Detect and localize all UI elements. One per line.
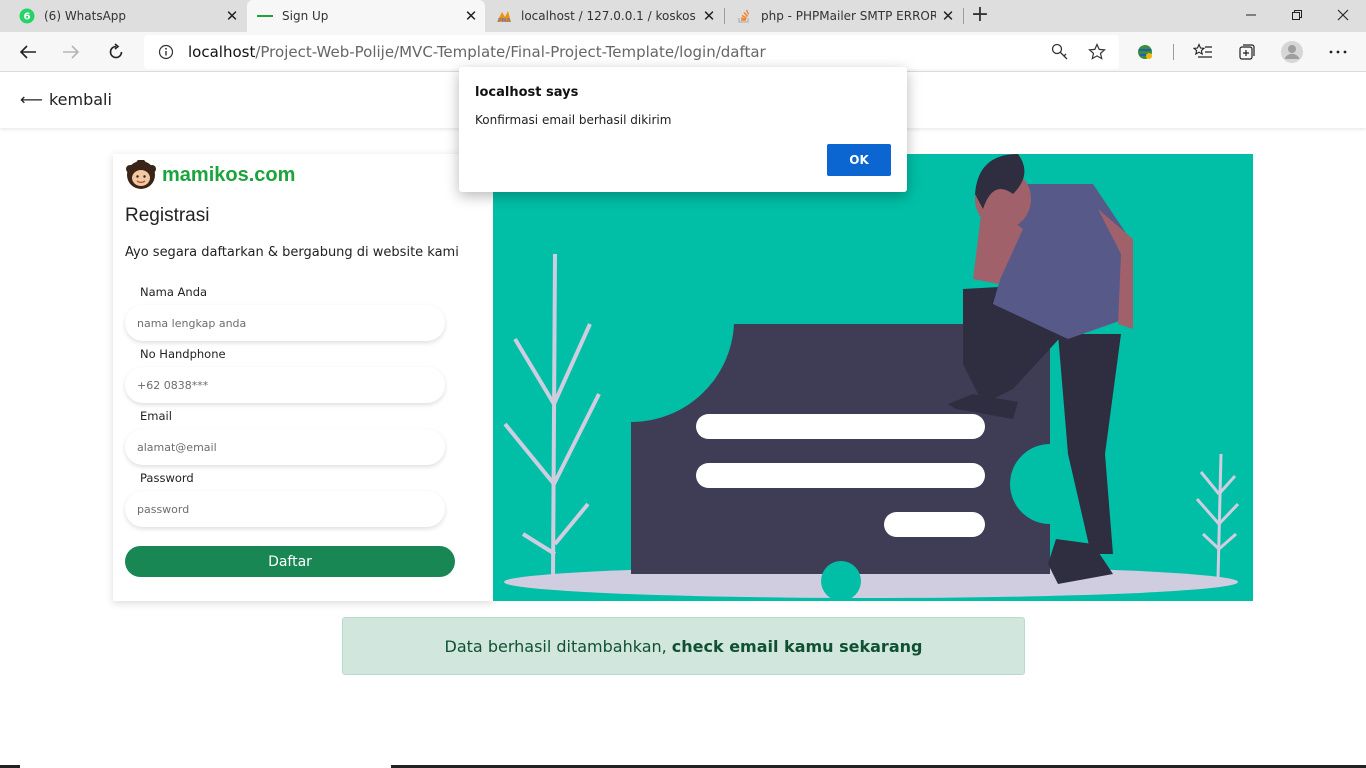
- dialog-message: Konfirmasi email berhasil dikirim: [475, 113, 672, 127]
- signup-illustration: [493, 154, 1253, 601]
- back-button[interactable]: [12, 36, 44, 68]
- refresh-icon: [109, 43, 123, 59]
- close-icon: [1337, 9, 1349, 21]
- restore-icon: [1292, 10, 1302, 20]
- collections-button[interactable]: [1231, 36, 1263, 68]
- star-icon[interactable]: [1088, 43, 1106, 61]
- favorites-list-icon: [1193, 43, 1212, 58]
- zoom-key-icon[interactable]: [1051, 43, 1069, 61]
- phone-label: No Handphone: [140, 347, 226, 361]
- back-label: kembali: [48, 90, 112, 109]
- url-text[interactable]: localhost/Project-Web-Polije/MVC-Templat…: [188, 43, 766, 61]
- extension-button[interactable]: [1129, 36, 1161, 68]
- whatsapp-icon: 6: [19, 8, 35, 24]
- back-link[interactable]: ⟵ kembali: [20, 90, 112, 109]
- browser-toolbar: localhost/Project-Web-Polije/MVC-Templat…: [0, 32, 1366, 72]
- form-line-2: [696, 463, 985, 488]
- tab-whatsapp[interactable]: 6 (6) WhatsApp ✕: [10, 0, 246, 32]
- forward-button[interactable]: [55, 36, 87, 68]
- tab-separator: [963, 8, 964, 24]
- alert-message-bold: check email kamu sekarang: [671, 636, 923, 656]
- favorites-button[interactable]: [1187, 36, 1219, 68]
- arrow-left-icon: [19, 45, 36, 59]
- name-input[interactable]: [125, 305, 445, 341]
- profile-button[interactable]: [1276, 36, 1308, 68]
- close-tab-icon[interactable]: ✕: [940, 8, 956, 24]
- dialog-title: localhost says: [475, 85, 579, 100]
- toolbar-separator: [1173, 44, 1174, 60]
- brand-name: mamikos.com: [162, 163, 296, 186]
- collections-icon: [1239, 44, 1255, 60]
- refresh-button[interactable]: [100, 36, 132, 68]
- password-input[interactable]: [125, 491, 445, 527]
- tab-badge: 6: [24, 12, 31, 23]
- restore-button[interactable]: [1274, 0, 1320, 30]
- arrow-left-icon: ⟵: [20, 90, 43, 109]
- tab-title: Sign Up: [282, 9, 329, 23]
- close-tab-icon[interactable]: ✕: [224, 8, 240, 24]
- address-bar[interactable]: localhost/Project-Web-Polije/MVC-Templat…: [144, 35, 1119, 69]
- extension-globe-icon: [1138, 45, 1152, 59]
- tab-separator: [724, 8, 725, 24]
- name-label: Nama Anda: [140, 285, 208, 299]
- settings-menu-button[interactable]: [1322, 36, 1354, 68]
- url-host: localhost: [188, 43, 256, 61]
- page-title: Registrasi: [125, 205, 210, 226]
- tab-title: php - PHPMailer SMTP ERROR: F: [761, 9, 936, 23]
- form-button-shape: [884, 512, 985, 537]
- site-icon: [257, 8, 273, 24]
- url-path: /Project-Web-Polije/MVC-Template/Final-P…: [255, 43, 766, 61]
- tab-signup[interactable]: Sign Up ✕: [247, 0, 485, 32]
- tab-stackoverflow[interactable]: php - PHPMailer SMTP ERROR: F ✕: [726, 0, 962, 32]
- new-tab-button[interactable]: +: [970, 4, 990, 28]
- tab-title: (6) WhatsApp: [44, 9, 127, 23]
- email-input[interactable]: [125, 429, 445, 465]
- register-button[interactable]: Daftar: [125, 546, 455, 577]
- stackoverflow-icon: [736, 8, 752, 24]
- tab-bar: 6 (6) WhatsApp ✕ Sign Up ✕ PMA localhost…: [0, 0, 1366, 32]
- alert-dialog: localhost says Konfirmasi email berhasil…: [459, 67, 907, 192]
- more-icon: [1329, 50, 1347, 54]
- tab-phpmyadmin[interactable]: PMA localhost / 127.0.0.1 / koskosang ✕: [487, 0, 723, 32]
- close-tab-icon[interactable]: ✕: [701, 8, 717, 24]
- svg-text:PMA: PMA: [498, 18, 511, 24]
- info-icon[interactable]: [158, 44, 174, 60]
- arrow-right-icon: [63, 45, 80, 59]
- form-line-1: [696, 414, 985, 439]
- minimize-icon: [1246, 14, 1256, 16]
- close-window-button[interactable]: [1320, 0, 1366, 30]
- page-subtitle: Ayo segara daftarkan & bergabung di webs…: [125, 245, 459, 260]
- minimize-button[interactable]: [1228, 0, 1274, 30]
- close-tab-icon[interactable]: ✕: [463, 8, 479, 24]
- dialog-ok-button[interactable]: OK: [827, 144, 891, 176]
- card-bottom-notch: [821, 561, 861, 601]
- mascot-logo-icon: [126, 160, 156, 189]
- phpmyadmin-icon: PMA: [496, 8, 512, 24]
- tab-title: localhost / 127.0.0.1 / koskosang: [521, 9, 696, 23]
- email-label: Email: [140, 409, 172, 423]
- alert-message: Data berhasil ditambahkan,: [444, 636, 667, 656]
- password-label: Password: [140, 471, 194, 485]
- brand-logo[interactable]: mamikos.com: [125, 160, 295, 190]
- avatar-icon: [1281, 41, 1303, 63]
- success-alert: Data berhasil ditambahkan, check email k…: [342, 617, 1025, 675]
- phone-input[interactable]: [125, 367, 445, 403]
